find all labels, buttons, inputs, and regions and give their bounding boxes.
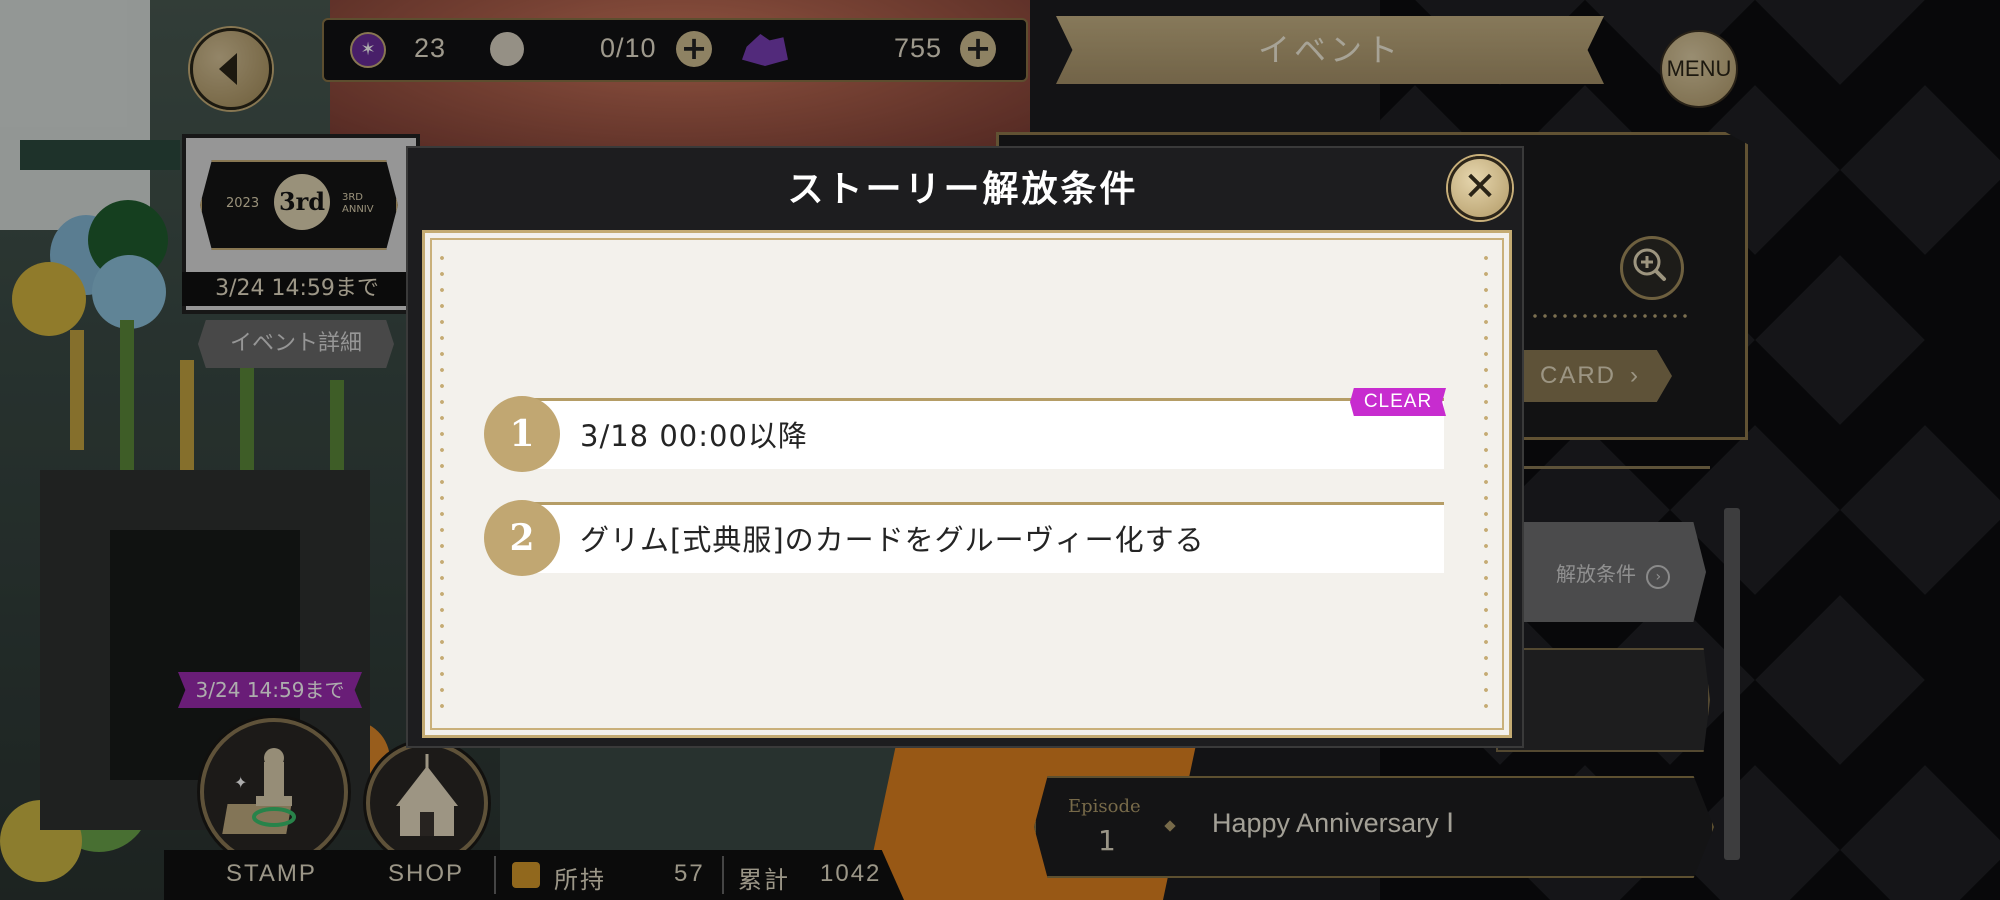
paper-frame [430, 238, 1504, 730]
close-button[interactable]: ✕ [1448, 156, 1512, 220]
condition-text: 3/18 00:00以降 [580, 419, 808, 453]
dotted-border-right [1484, 250, 1488, 718]
clear-badge: CLEAR [1350, 388, 1446, 416]
close-icon: ✕ [1463, 164, 1497, 210]
condition-number: 2 [484, 500, 560, 576]
condition-item-2: 2 グリム[式典服]のカードをグルーヴィー化する [484, 500, 1444, 578]
condition-item-1: 1 3/18 00:00以降 [484, 396, 1444, 474]
dotted-border-left [440, 250, 444, 718]
condition-text: グリム[式典服]のカードをグルーヴィー化する [580, 523, 1205, 557]
modal-title: ストーリー解放条件 [787, 169, 1139, 210]
condition-number: 1 [484, 396, 560, 472]
